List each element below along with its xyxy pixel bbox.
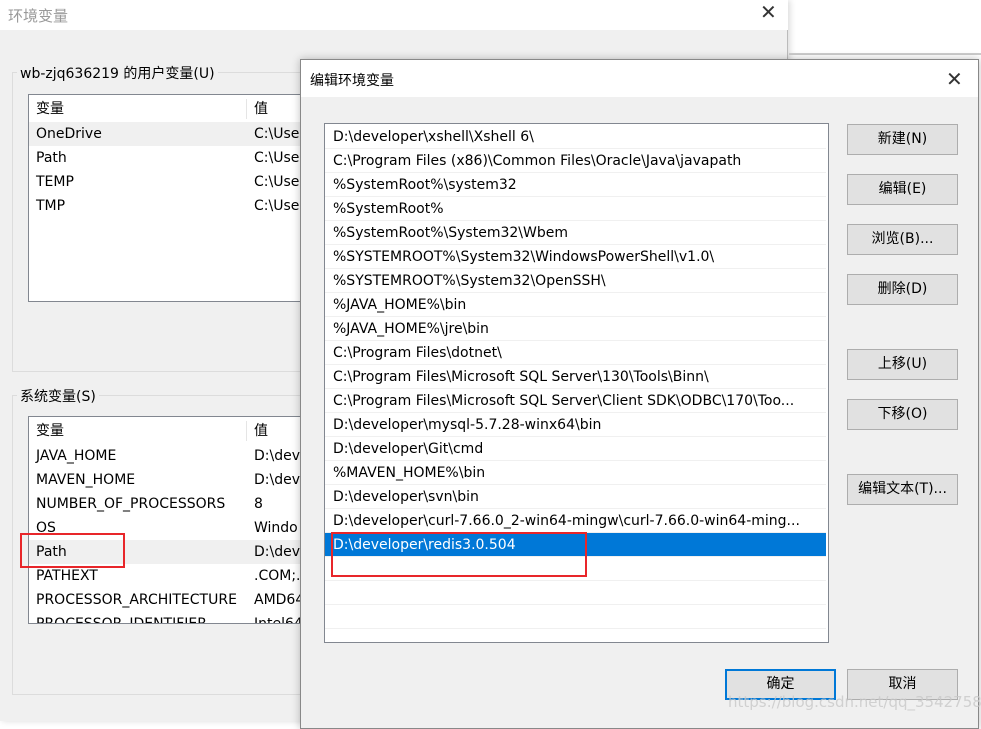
path-item[interactable]: C:\Program Files\Microsoft SQL Server\Cl… [325,389,826,413]
move-up-button[interactable]: 上移(U) [847,349,958,380]
table-row[interactable]: PATHEXT .COM;. [29,564,327,588]
variable-value: D:\dev [254,544,300,560]
variable-name: OneDrive [36,126,102,142]
path-item[interactable]: D:\developer\curl-7.66.0_2-win64-mingw\c… [325,509,826,533]
table-row[interactable]: TEMP C:\Use [29,170,327,194]
path-item[interactable]: D:\developer\redis3.0.504 [325,533,826,557]
table-row[interactable]: OneDrive C:\Use [29,122,327,146]
variable-value: 8 [254,496,263,512]
variable-name: NUMBER_OF_PROCESSORS [36,496,226,512]
table-row[interactable]: MAVEN_HOME D:\dev [29,468,327,492]
edit-environment-variable-dialog: 编辑环境变量 ✕ D:\developer\xshell\Xshell 6\ C:… [300,59,979,729]
window-title: 环境变量 [8,7,69,25]
close-icon[interactable]: ✕ [946,69,963,89]
path-item[interactable]: C:\Program Files\Microsoft SQL Server\13… [325,365,826,389]
table-row[interactable]: OS Windo [29,516,327,540]
variable-value: D:\dev [254,448,300,464]
variable-name: TMP [36,198,66,214]
edit-button[interactable]: 编辑(E) [847,174,958,205]
table-row[interactable]: TMP C:\Use [29,194,327,218]
path-item[interactable]: %SYSTEMROOT%\System32\WindowsPowerShell\… [325,245,826,269]
path-item[interactable]: D:\developer\mysql-5.7.28-winx64\bin [325,413,826,437]
path-item[interactable]: %SystemRoot%\system32 [325,173,826,197]
title-bar: 环境变量 ✕ [0,0,788,30]
table-row[interactable]: NUMBER_OF_PROCESSORS 8 [29,492,327,516]
variable-name: Path [36,544,67,560]
variable-value: C:\Use [254,198,300,214]
dialog-title: 编辑环境变量 [310,73,394,89]
path-item[interactable]: D:\developer\xshell\Xshell 6\ [325,125,826,149]
variable-value: .COM;. [254,568,301,584]
table-row[interactable]: Path C:\Use [29,146,327,170]
browse-button[interactable]: 浏览(B)... [847,224,958,255]
table-row[interactable]: PROCESSOR_ARCHITECTURE AMD64 [29,588,327,612]
variable-name: OS [36,520,56,536]
table-row[interactable]: PROCESSOR_IDENTIFIER Intel64 [29,612,327,624]
system-variables-label: 系统变量(S) [17,386,99,406]
variable-value: C:\Use [254,150,300,166]
empty-row[interactable] [325,557,826,581]
variable-value: Windo [254,520,298,536]
path-item[interactable]: %SystemRoot%\System32\Wbem [325,221,826,245]
variable-value: C:\Use [254,126,300,142]
edit-text-button[interactable]: 编辑文本(T)... [847,474,958,505]
path-item[interactable]: C:\Program Files (x86)\Common Files\Orac… [325,149,826,173]
new-button[interactable]: 新建(N) [847,124,958,155]
path-list[interactable]: D:\developer\xshell\Xshell 6\ C:\Program … [324,123,829,643]
empty-row[interactable] [325,629,826,642]
empty-row[interactable] [325,605,826,629]
variable-value: Intel64 [254,616,303,624]
variable-name: PROCESSOR_ARCHITECTURE [36,592,237,608]
variable-name: TEMP [36,174,74,190]
path-item[interactable]: D:\developer\svn\bin [325,485,826,509]
variable-name: PATHEXT [36,568,98,584]
move-down-button[interactable]: 下移(O) [847,399,958,430]
variable-value: D:\dev [254,472,300,488]
path-item[interactable]: %MAVEN_HOME%\bin [325,461,826,485]
table-header: 变量 值 [29,97,327,121]
column-header-value[interactable]: 值 [254,97,268,121]
table-row[interactable]: JAVA_HOME D:\dev [29,444,327,468]
variable-name: MAVEN_HOME [36,472,136,488]
path-item[interactable]: %JAVA_HOME%\jre\bin [325,317,826,341]
path-item[interactable]: %SystemRoot% [325,197,826,221]
column-header-variable[interactable]: 变量 [36,97,64,121]
user-variables-label: wb-zjq636219 的用户变量(U) [17,63,218,83]
table-row[interactable]: Path D:\dev [29,540,327,564]
path-item[interactable]: C:\Program Files\dotnet\ [325,341,826,365]
column-header-value[interactable]: 值 [254,419,268,443]
table-header: 变量 值 [29,419,327,443]
delete-button[interactable]: 删除(D) [847,274,958,305]
watermark: https://blog.csdn.net/qq_35427589 [728,693,981,711]
empty-row[interactable] [325,581,826,605]
path-item[interactable]: D:\developer\Git\cmd [325,437,826,461]
variable-name: Path [36,150,67,166]
close-icon[interactable]: ✕ [760,2,777,22]
path-item[interactable]: %JAVA_HOME%\bin [325,293,826,317]
path-item[interactable]: %SYSTEMROOT%\System32\OpenSSH\ [325,269,826,293]
column-header-variable[interactable]: 变量 [36,419,64,443]
variable-value: AMD64 [254,592,305,608]
dialog-title-bar: 编辑环境变量 ✕ [301,60,978,97]
variable-name: PROCESSOR_IDENTIFIER [36,616,207,624]
variable-value: C:\Use [254,174,300,190]
background-window-edge [789,53,981,55]
system-variables-table[interactable]: 变量 值 JAVA_HOME D:\dev MAVEN_HOME D:\dev NUMBER… [28,416,328,624]
variable-name: JAVA_HOME [36,448,117,464]
user-variables-table[interactable]: 变量值 OneDrive C:\Use Path C:\Use TEMP C:\Use TMP… [28,94,328,302]
